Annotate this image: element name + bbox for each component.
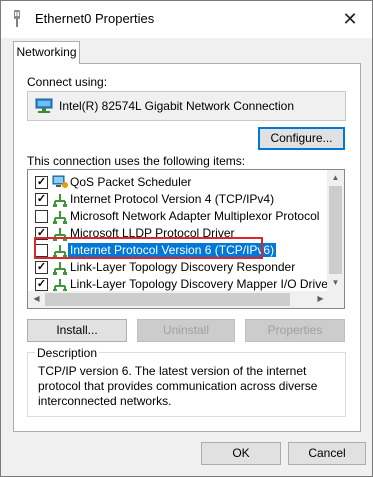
scroll-down-arrow-icon[interactable]: ▼ <box>327 275 344 291</box>
item-checkbox[interactable] <box>35 210 48 223</box>
adapter-field: Intel(R) 82574L Gigabit Network Connecti… <box>27 91 346 121</box>
protocol-icon <box>53 279 67 292</box>
connect-using-label: Connect using: <box>27 75 108 89</box>
uninstall-button[interactable]: Uninstall <box>137 319 235 342</box>
item-checkbox[interactable]: ✓ <box>35 261 48 274</box>
tab-networking[interactable]: Networking <box>13 41 80 64</box>
vertical-scroll-thumb[interactable] <box>329 186 342 274</box>
protocol-icon <box>53 262 67 275</box>
description-legend: Description <box>35 346 100 360</box>
item-checkbox[interactable]: ✓ <box>35 193 48 206</box>
scroll-up-arrow-icon[interactable]: ▲ <box>327 170 344 186</box>
list-item[interactable]: Microsoft Network Adapter Multiplexor Pr… <box>28 208 328 225</box>
items-label: This connection uses the following items… <box>27 154 246 168</box>
scroll-left-arrow-icon[interactable]: ◀ <box>28 291 45 307</box>
cancel-button[interactable]: Cancel <box>288 442 366 465</box>
item-label: Microsoft Network Adapter Multiplexor Pr… <box>70 209 320 223</box>
ok-button[interactable]: OK <box>201 442 281 465</box>
horizontal-scrollbar[interactable]: ◀ ▶ <box>28 291 329 308</box>
horizontal-scroll-thumb[interactable] <box>45 293 290 306</box>
configure-button[interactable]: Configure... <box>258 127 345 150</box>
window-title: Ethernet0 Properties <box>35 11 155 26</box>
protocol-icon <box>53 194 67 207</box>
properties-button[interactable]: Properties <box>245 319 345 342</box>
properties-dialog: Ethernet0 Properties ✕ Networking Connec… <box>0 0 373 477</box>
close-button[interactable]: ✕ <box>338 7 362 31</box>
annotation-highlight-box <box>34 237 263 259</box>
item-label: Internet Protocol Version 4 (TCP/IPv4) <box>70 192 275 206</box>
item-label: Link-Layer Topology Discovery Mapper I/O… <box>70 277 332 291</box>
title-bar[interactable]: Ethernet0 Properties ✕ <box>1 1 372 38</box>
list-item[interactable]: ✓ Link-Layer Topology Discovery Responde… <box>28 259 328 276</box>
item-label: Link-Layer Topology Discovery Responder <box>70 260 296 274</box>
list-item[interactable]: ✓ QoS Packet Scheduler <box>28 174 328 191</box>
item-label: QoS Packet Scheduler <box>70 175 192 189</box>
network-plug-icon <box>14 10 20 27</box>
description-text: TCP/IP version 6. The latest version of … <box>38 364 318 408</box>
adapter-name: Intel(R) 82574L Gigabit Network Connecti… <box>59 99 295 113</box>
vertical-scrollbar[interactable]: ▲ ▼ <box>327 170 344 291</box>
scrollbar-corner <box>327 291 344 308</box>
qos-scheduler-icon <box>52 175 68 188</box>
item-checkbox[interactable]: ✓ <box>35 176 48 189</box>
protocol-icon <box>53 211 67 224</box>
item-checkbox[interactable]: ✓ <box>35 278 48 291</box>
network-adapter-icon <box>35 98 53 113</box>
list-item[interactable]: ✓ Internet Protocol Version 4 (TCP/IPv4) <box>28 191 328 208</box>
install-button[interactable]: Install... <box>27 319 127 342</box>
